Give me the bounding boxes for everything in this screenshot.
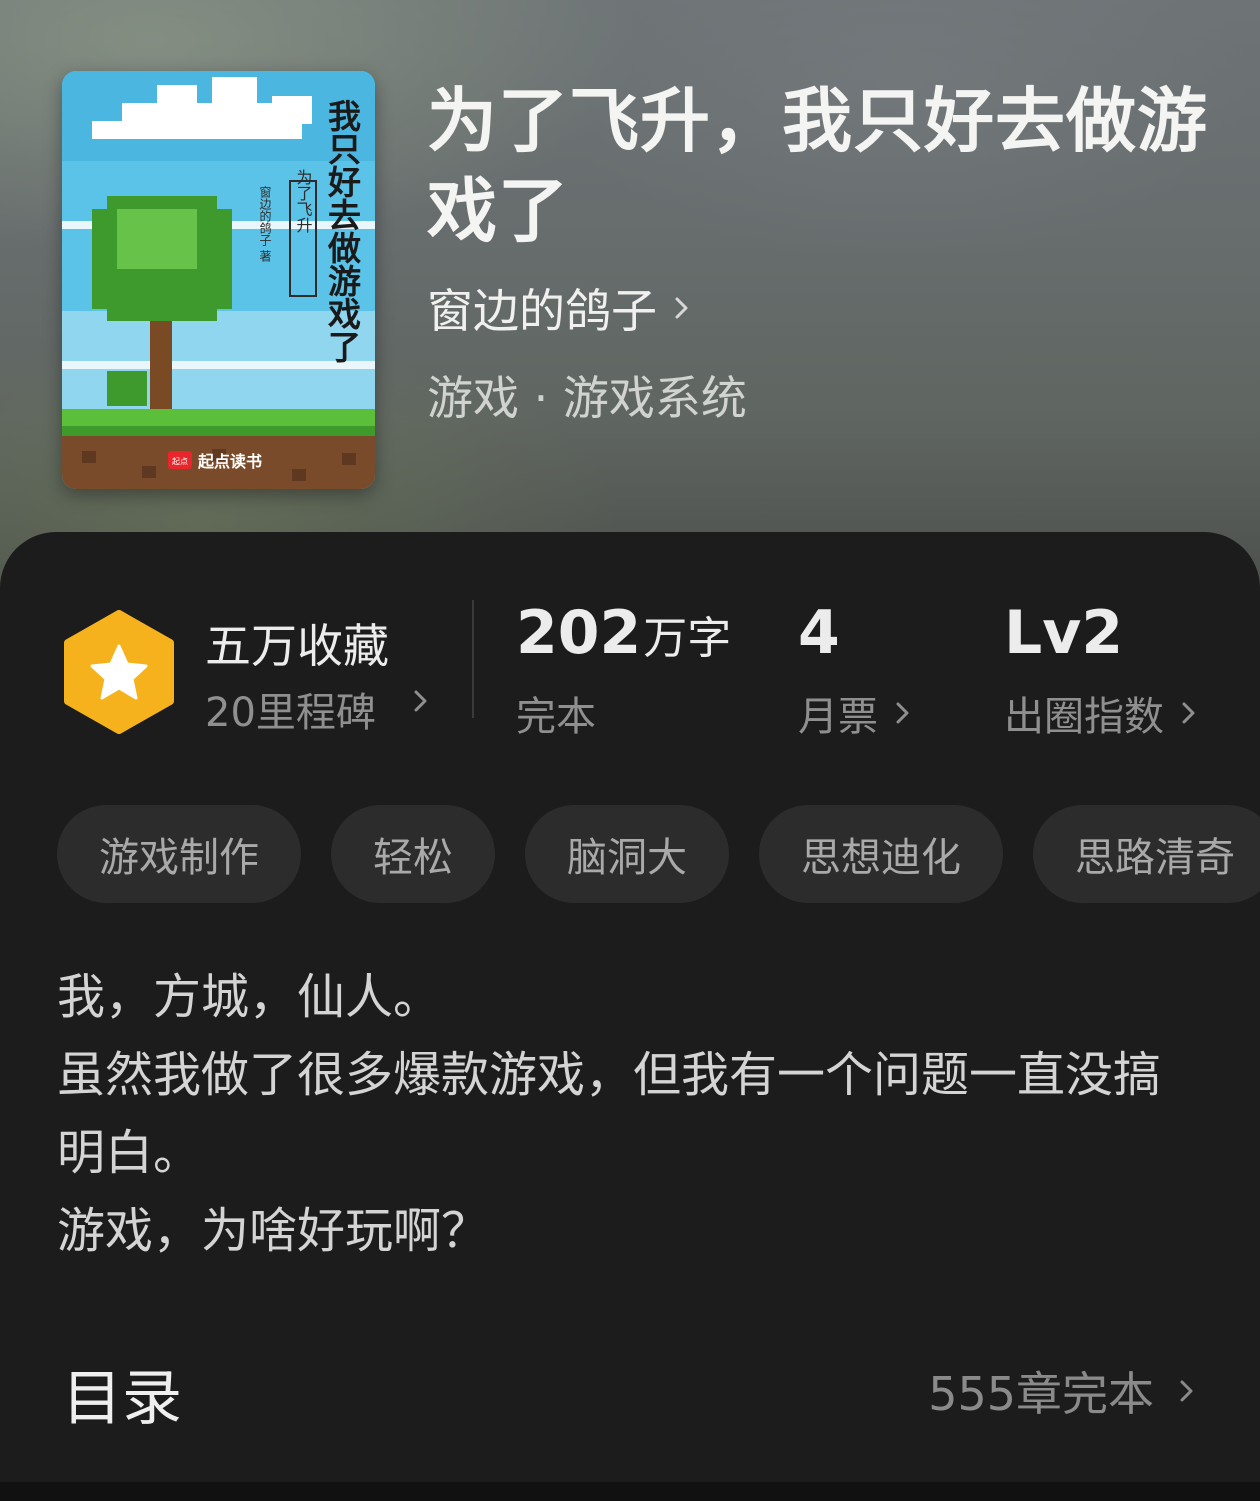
word-count-value: 202 [516,598,642,668]
chevron-right-icon[interactable] [410,690,432,712]
description-line: 虽然我做了很多爆款游戏，但我有一个问题一直没搞明白。 [57,1047,1162,1181]
cover-title: 我只好去做游戏了 [323,99,363,363]
influence-index-link[interactable]: 出圈指数 [1004,684,1200,742]
completion-status-label: 完本 [516,694,596,740]
tag-chip[interactable]: 轻松 [331,805,495,903]
author-name: 窗边的鸽子 [427,284,657,338]
completion-status: 完本 [516,684,596,742]
monthly-tickets-label: 月票 [798,694,878,740]
cover-subtitle: 为了飞升 [294,169,313,233]
cover-publisher: 起点读书 [197,452,262,471]
tag-chip[interactable]: 思路清奇 [1033,805,1260,903]
cover-publisher-badge: 起点 [172,457,188,466]
toc-title[interactable]: 目录 [62,1350,182,1437]
author-link[interactable]: 窗边的鸽子 [427,280,693,338]
monthly-tickets-value[interactable]: 4 [798,598,840,668]
chapter-count: 555章完本 [928,1367,1154,1421]
influence-level-value[interactable]: Lv2 [1004,598,1123,668]
book-description[interactable]: 我，方城，仙人。 虽然我做了很多爆款游戏，但我有一个问题一直没搞明白。 游戏，为… [57,958,1207,1270]
chevron-right-icon [896,702,909,724]
influence-index-label: 出圈指数 [1004,694,1164,740]
tag-chip[interactable]: 游戏制作 [57,805,301,903]
bottom-bar [0,1482,1260,1501]
word-count-unit: 万字 [643,613,732,664]
chevron-right-icon [1182,702,1195,724]
description-line: 我，方城，仙人。 [57,969,442,1025]
tag-chip[interactable]: 脑洞大 [525,805,729,903]
tag-chip[interactable]: 思想迪化 [759,805,1003,903]
star-badge-icon[interactable] [62,610,176,734]
collection-count[interactable]: 五万收藏 [205,610,389,676]
description-line: 游戏，为啥好玩啊？ [57,1203,490,1259]
stat-divider [472,600,474,718]
toc-link[interactable]: 555章完本 [928,1358,1198,1424]
chevron-right-icon [1180,1380,1193,1402]
book-genre[interactable]: 游戏 · 游戏系统 [427,362,747,428]
monthly-tickets-link[interactable]: 月票 [798,684,914,742]
cover-author: 窗边的鸽子 著 [258,186,272,263]
chevron-right-icon [675,297,688,319]
tag-list: 游戏制作 轻松 脑洞大 思想迪化 思路清奇 [57,805,1260,903]
book-title: 为了飞升，我只好去做游戏了 [427,79,1208,252]
word-count: 202万字 [516,598,731,668]
cover-art: 为了飞升 窗边的鸽子 著 我只好去做游戏了 起点 起点读书 [62,71,375,489]
milestone-count[interactable]: 20里程碑 [205,680,376,738]
book-cover[interactable]: 为了飞升 窗边的鸽子 著 我只好去做游戏了 起点 起点读书 [62,71,375,489]
